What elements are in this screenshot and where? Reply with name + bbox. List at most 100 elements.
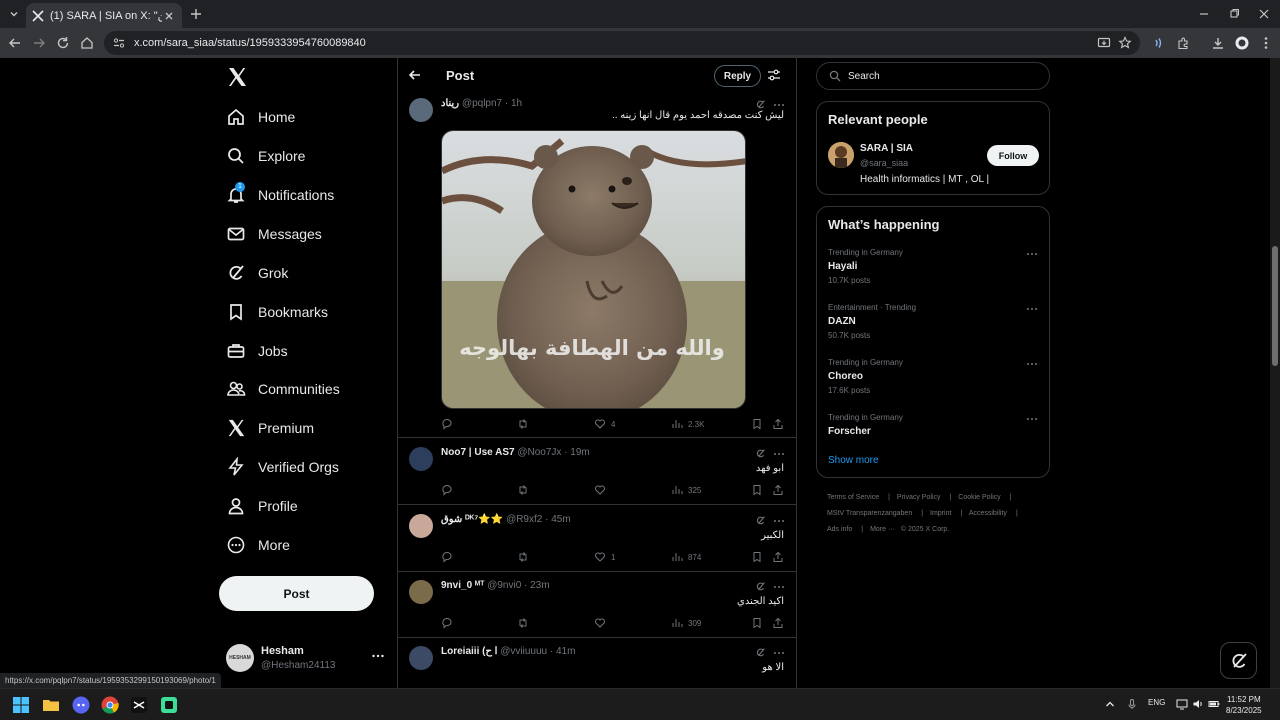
scrollbar-thumb[interactable] <box>1272 246 1278 366</box>
discord-icon[interactable] <box>72 696 90 714</box>
repost-action[interactable] <box>517 550 534 564</box>
microphone-icon[interactable] <box>1126 698 1138 710</box>
tab-close-icon[interactable] <box>162 9 176 23</box>
reply-action[interactable] <box>441 550 458 564</box>
capcut-icon[interactable] <box>130 696 148 714</box>
language-indicator[interactable]: ENG <box>1148 698 1165 707</box>
filter-icon[interactable] <box>767 68 781 82</box>
media-image[interactable]: والله من الهطافة بهالوجه <box>441 130 746 409</box>
reply-author-name[interactable]: Noo7 | Use AS7 <box>441 447 515 458</box>
repost-action[interactable] <box>517 483 534 497</box>
grok-icon[interactable] <box>755 581 766 592</box>
new-tab-icon[interactable] <box>188 6 204 22</box>
search-input[interactable]: Search <box>816 62 1050 90</box>
post-button[interactable]: Post <box>219 576 374 611</box>
more-dots-icon[interactable] <box>773 647 785 659</box>
share-action[interactable] <box>772 483 789 497</box>
reply-time[interactable]: 45m <box>551 514 570 525</box>
like-action[interactable]: 1 <box>594 550 615 564</box>
browser-tab[interactable]: (1) SARA | SIA on X: "سيارة مين" <box>26 3 182 28</box>
grok-icon[interactable] <box>755 448 766 459</box>
reply-time[interactable]: 41m <box>556 646 575 657</box>
nav-explore[interactable]: Explore <box>226 141 305 171</box>
repost-action[interactable] <box>517 417 534 431</box>
more-dots-icon[interactable] <box>773 515 785 527</box>
nav-profile[interactable]: Profile <box>226 491 298 521</box>
views-action[interactable]: 325 <box>671 483 701 497</box>
trend-item[interactable]: Trending in Germany Hayali 10.7K posts <box>828 248 1040 296</box>
nav-more[interactable]: More <box>226 530 290 560</box>
show-more-link[interactable]: Show more <box>828 455 879 466</box>
list-item[interactable]: Noo7 | Use AS7 @Noo7Jx · 19m ابو فهد 325 <box>398 439 796 505</box>
avatar[interactable] <box>828 142 854 168</box>
grok-fab-button[interactable] <box>1220 642 1257 679</box>
extensions-icon[interactable] <box>1175 35 1191 51</box>
list-item[interactable]: شوق ᴰᴷ⁷⭐⭐ @R9xf2 · 45m الكبير 1 874 <box>398 506 796 572</box>
site-info-icon[interactable] <box>112 36 126 50</box>
like-action[interactable] <box>594 616 611 630</box>
bookmark-action[interactable] <box>751 616 768 630</box>
reply-button[interactable]: Reply <box>714 65 761 87</box>
bookmark-action[interactable] <box>751 417 768 431</box>
reply-time[interactable]: 23m <box>530 580 549 591</box>
reload-icon[interactable] <box>55 35 71 51</box>
trend-item[interactable]: Trending in Germany Forscher <box>828 413 1040 461</box>
avatar[interactable] <box>409 98 433 122</box>
close-window-icon[interactable] <box>1256 6 1272 22</box>
share-action[interactable] <box>772 417 789 431</box>
footer-link[interactable]: Ads info <box>827 526 852 533</box>
footer-link[interactable]: More ··· <box>870 526 895 533</box>
more-dots-icon[interactable] <box>370 648 386 664</box>
tray-overflow-icon[interactable] <box>1104 698 1116 710</box>
file-explorer-icon[interactable] <box>42 696 60 714</box>
home-button-icon[interactable] <box>79 35 95 51</box>
nav-messages[interactable]: Messages <box>226 219 322 249</box>
profile-avatar-icon[interactable] <box>1234 35 1250 51</box>
app-icon[interactable] <box>160 696 178 714</box>
clock[interactable]: 11:52 PM 8/23/2025 <box>1226 694 1262 716</box>
back-arrow-icon[interactable] <box>408 68 422 82</box>
read-aloud-icon[interactable] <box>1151 35 1167 51</box>
grok-icon[interactable] <box>755 515 766 526</box>
list-item[interactable]: Loreiaiii (ا ح @vviiuuuu · 41m الا هو <box>398 638 796 688</box>
more-dots-icon[interactable] <box>1026 413 1038 425</box>
network-icon[interactable] <box>1176 698 1188 710</box>
views-action[interactable]: 874 <box>671 550 701 564</box>
views-action[interactable]: 309 <box>671 616 701 630</box>
like-action[interactable] <box>594 483 611 497</box>
reply-time[interactable]: 1h <box>511 98 522 109</box>
downloads-icon[interactable] <box>1210 35 1226 51</box>
share-action[interactable] <box>772 616 789 630</box>
reply-author-name[interactable]: 9nvi_0 ᴹᵀ <box>441 580 484 591</box>
volume-icon[interactable] <box>1192 698 1204 710</box>
install-app-icon[interactable] <box>1096 35 1112 51</box>
footer-link[interactable]: Cookie Policy <box>958 494 1000 501</box>
chrome-icon[interactable] <box>101 696 119 714</box>
address-bar[interactable]: x.com/sara_siaa/status/19593339547600898… <box>104 31 1140 55</box>
tab-search-icon[interactable] <box>6 6 22 22</box>
nav-notifications[interactable]: 1 Notifications <box>226 180 334 210</box>
x-logo-icon[interactable] <box>226 66 248 88</box>
reply-action[interactable] <box>441 483 458 497</box>
footer-link[interactable]: Imprint <box>930 510 951 517</box>
nav-verified-orgs[interactable]: Verified Orgs <box>226 452 339 482</box>
footer-link[interactable]: MStV Transparenzangaben <box>827 510 912 517</box>
more-dots-icon[interactable] <box>1026 248 1038 260</box>
nav-home[interactable]: Home <box>226 102 295 132</box>
footer-link[interactable]: Terms of Service <box>827 494 879 501</box>
nav-grok[interactable]: Grok <box>226 258 288 288</box>
share-action[interactable] <box>772 550 789 564</box>
footer-link[interactable]: Privacy Policy <box>897 494 941 501</box>
nav-jobs[interactable]: Jobs <box>226 336 288 366</box>
battery-icon[interactable] <box>1208 698 1220 710</box>
footer-link[interactable]: Accessibility <box>969 510 1007 517</box>
minimize-icon[interactable] <box>1196 6 1212 22</box>
restore-icon[interactable] <box>1226 6 1242 22</box>
forward-icon[interactable] <box>31 35 47 51</box>
reply-author-name[interactable]: ريناد <box>441 98 459 109</box>
grok-icon[interactable] <box>755 99 766 110</box>
follow-button[interactable]: Follow <box>987 145 1039 166</box>
trend-item[interactable]: Trending in Germany Choreo 17.6K posts <box>828 358 1040 406</box>
nav-communities[interactable]: Communities <box>226 374 340 404</box>
browser-menu-icon[interactable] <box>1258 35 1274 51</box>
